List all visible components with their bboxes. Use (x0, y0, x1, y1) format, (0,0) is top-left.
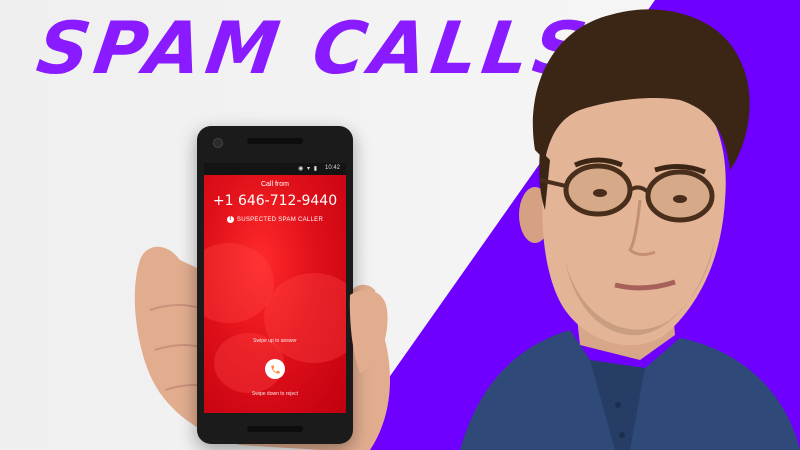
call-from-label: Call from (260, 181, 289, 188)
answer-button[interactable] (265, 359, 285, 379)
status-time: 10:42 (324, 165, 340, 171)
spam-warning: ! SUSPECTED SPAM CALLER (204, 216, 346, 223)
thumb-illustration (349, 290, 388, 373)
caller-number: +1 646-712-9440 (212, 193, 338, 209)
phone: ◉ ▾ ▮ 10:42 Call from +1 646-712-9440 ! S… (197, 126, 353, 444)
phone-screen: ◉ ▾ ▮ 10:42 Call from +1 646-712-9440 ! S… (204, 163, 346, 413)
speaker-grille (247, 138, 303, 144)
swipe-down-hint: Swipe down to reject (251, 391, 299, 397)
camera-icon (213, 138, 223, 148)
swipe-up-hint: Swipe up to answer (253, 338, 297, 344)
person-illustration (460, 9, 800, 450)
thumbnail: SPAM CALLS ◉ ▾ ▮ 10:42 Call from +1 646-… (0, 0, 800, 450)
phone-handset-icon (270, 364, 280, 374)
warning-icon: ! (226, 216, 234, 223)
status-icons: ◉ ▾ ▮ (298, 166, 318, 172)
speaker-grille-bottom (247, 426, 303, 432)
status-bar: ◉ ▾ ▮ 10:42 (204, 163, 346, 175)
spam-label: SUSPECTED SPAM CALLER (236, 217, 324, 224)
